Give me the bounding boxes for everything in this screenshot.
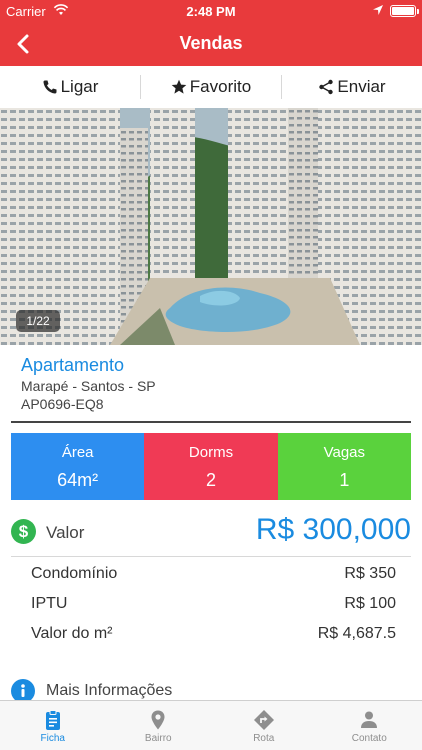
property-address: Marapé - Santos - SP xyxy=(21,378,156,394)
cost-row-iptu: IPTU R$ 100 xyxy=(31,593,396,623)
page-title: Vendas xyxy=(179,33,243,53)
more-info-label: Mais Informações xyxy=(46,682,173,699)
map-pin-icon xyxy=(151,710,165,730)
dorms-label: Dorms xyxy=(188,444,234,461)
call-label: Ligar xyxy=(60,77,99,96)
vagas-label: Vagas xyxy=(323,444,366,461)
vagas-stat: Vagas 1 xyxy=(277,433,411,500)
battery-icon xyxy=(390,5,419,17)
price-label: Valor xyxy=(46,523,85,542)
call-button[interactable]: Ligar xyxy=(0,66,140,108)
favorite-button[interactable]: Favorito xyxy=(140,75,281,99)
share-label: Enviar xyxy=(337,77,386,96)
property-code: AP0696-EQ8 xyxy=(21,396,104,412)
photo-counter: 1/22 xyxy=(16,310,60,332)
tab-label: Rota xyxy=(253,733,275,744)
clipboard-icon xyxy=(45,710,60,730)
dorms-value: 2 xyxy=(205,470,216,490)
status-bar: Carrier 2:48 PM xyxy=(0,0,422,22)
cost-value: R$ 100 xyxy=(344,595,396,612)
share-icon xyxy=(319,79,334,95)
cost-row-condominio: Condomínio R$ 350 xyxy=(31,563,396,593)
tab-ficha[interactable]: Ficha xyxy=(0,701,106,750)
action-bar: Ligar Favorito Enviar xyxy=(0,66,422,108)
location-arrow-icon xyxy=(371,3,385,20)
property-photo xyxy=(0,108,422,345)
phone-icon xyxy=(43,80,57,94)
area-stat: Área 64m² xyxy=(11,433,145,500)
cost-value: R$ 350 xyxy=(344,565,396,582)
cost-label: Valor do m² xyxy=(31,625,113,642)
cost-value: R$ 4,687.5 xyxy=(317,625,396,642)
star-icon xyxy=(171,79,187,94)
cost-label: IPTU xyxy=(31,595,68,612)
person-icon xyxy=(361,711,378,728)
divider xyxy=(11,556,411,557)
tab-contato[interactable]: Contato xyxy=(317,701,422,750)
dorms-stat: Dorms 2 xyxy=(144,433,278,500)
favorite-label: Favorito xyxy=(189,77,252,96)
vagas-value: 1 xyxy=(339,470,350,490)
tab-label: Contato xyxy=(351,733,387,744)
tab-label: Ficha xyxy=(40,733,65,744)
price-value: R$ 300,000 xyxy=(255,513,411,546)
area-value: 64m² xyxy=(57,470,99,490)
cost-label: Condomínio xyxy=(31,565,118,582)
property-type: Apartamento xyxy=(21,355,125,375)
divider xyxy=(11,421,411,423)
area-label: Área xyxy=(61,444,94,461)
tab-rota[interactable]: Rota xyxy=(211,701,317,750)
tab-bar: Ficha Bairro Rota Contato xyxy=(0,700,422,750)
listing-info: Apartamento Marapé - Santos - SP AP0696-… xyxy=(21,355,411,412)
price-row: $ Valor R$ 300,000 xyxy=(11,512,411,556)
navigation-bar: Vendas xyxy=(0,22,422,66)
tab-bairro[interactable]: Bairro xyxy=(106,701,212,750)
clock: 2:48 PM xyxy=(186,4,236,19)
cost-row-price-per-m2: Valor do m² R$ 4,687.5 xyxy=(31,623,396,653)
share-button[interactable]: Enviar xyxy=(281,75,422,99)
cost-list: Condomínio R$ 350 IPTU R$ 100 Valor do m… xyxy=(31,563,396,653)
tab-label: Bairro xyxy=(144,733,172,744)
route-sign-icon xyxy=(253,710,274,730)
property-stats: Área 64m² Dorms 2 Vagas 1 xyxy=(11,433,411,500)
dollar-icon: $ xyxy=(11,519,36,544)
property-photo-carousel[interactable]: 1/22 xyxy=(0,108,422,345)
